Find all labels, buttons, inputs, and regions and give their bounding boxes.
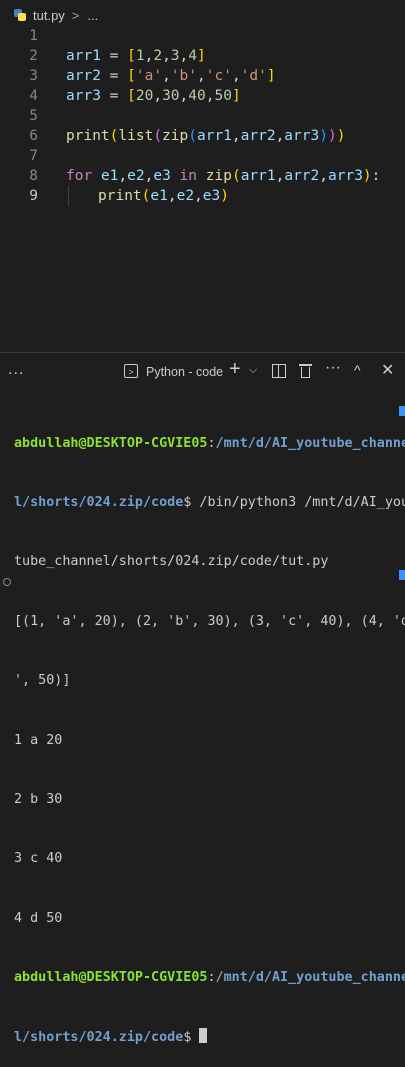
terminal-output[interactable]: abdullah@DESKTOP-CGVIE05:/mnt/d/AI_youtu…	[14, 394, 405, 1067]
terminal-line: l/shorts/024.zip/code$ /bin/python3 /mnt…	[14, 493, 405, 513]
terminal-line: [(1, 'a', 20), (2, 'b', 30), (3, 'c', 40…	[14, 613, 405, 629]
trash-icon[interactable]	[299, 363, 312, 378]
breadcrumb-more[interactable]: ...	[87, 8, 98, 23]
code-line[interactable]: 5	[0, 106, 405, 126]
breadcrumb-file[interactable]: tut.py	[33, 8, 65, 23]
code-text: print(e1,e2,e3)	[98, 188, 229, 204]
prompt-user: abdullah@DESKTOP-CGVIE05	[14, 435, 208, 451]
code-line[interactable]: 2 arr1 = [1,2,3,4]	[0, 46, 405, 66]
command-text: $ /bin/python3 /mnt/d/AI_you	[183, 494, 405, 510]
code-line-active[interactable]: 9 print(e1,e2,e3)	[0, 186, 405, 206]
terminal-icon: >	[124, 364, 138, 378]
code-text: arr2 = ['a','b','c','d']	[66, 68, 276, 84]
python-file-icon	[13, 8, 27, 22]
terminal-line: 1 a 20	[14, 732, 63, 748]
code-text: arr3 = [20,30,40,50]	[66, 88, 241, 104]
code-text: arr1 = [1,2,3,4]	[66, 48, 206, 64]
terminal-line: 4 d 50	[14, 910, 63, 926]
code-line[interactable]: 7	[0, 146, 405, 166]
scrollbar-marker	[399, 406, 405, 416]
terminal-line: abdullah@DESKTOP-CGVIE05:/mnt/d/AI_youtu…	[14, 434, 405, 454]
line-number: 3	[29, 68, 38, 84]
terminal-line: ', 50)]	[14, 673, 71, 689]
maximize-panel-button[interactable]: ^	[354, 362, 361, 378]
indent-guide	[68, 186, 69, 206]
code-editor[interactable]: 1 2 arr1 = [1,2,3,4] 3 arr2 = ['a','b','…	[0, 26, 405, 226]
code-line[interactable]: 8 for e1,e2,e3 in zip(arr1,arr2,arr3):	[0, 166, 405, 186]
line-number: 2	[29, 48, 38, 64]
prompt-sep: :	[207, 435, 216, 451]
prompt-path: /mnt/d/AI_youtube_channe	[215, 435, 405, 451]
terminal-tab-label[interactable]: Python - code	[146, 365, 223, 379]
code-text: print(list(zip(arr1,arr2,arr3)))	[66, 128, 346, 144]
code-line[interactable]: 4 arr3 = [20,30,40,50]	[0, 86, 405, 106]
command-decoration-icon[interactable]	[3, 578, 11, 586]
code-line[interactable]: 1	[0, 26, 405, 46]
code-text: for e1,e2,e3 in zip(arr1,arr2,arr3):	[66, 168, 381, 184]
terminal-cursor	[199, 1027, 208, 1043]
line-number: 5	[29, 108, 38, 124]
code-line[interactable]: 3 arr2 = ['a','b','c','d']	[0, 66, 405, 86]
line-number: 1	[29, 28, 38, 44]
terminal-line: 3 c 40	[14, 851, 63, 867]
line-number: 7	[29, 148, 38, 164]
prompt-user: abdullah@DESKTOP-CGVIE05	[14, 970, 208, 986]
prompt-path: l/shorts/024.zip/code	[14, 494, 184, 510]
split-terminal-icon[interactable]	[272, 364, 286, 378]
panel-header: ... > Python - code + ⌵ ··· ^ ✕	[0, 353, 405, 391]
terminal-line: tube_channel/shorts/024.zip/code/tut.py	[14, 554, 329, 570]
prompt-path: /mnt/d/AI_youtube_channe	[215, 970, 405, 986]
terminal-line: 2 b 30	[14, 791, 63, 807]
scrollbar-marker	[399, 570, 405, 580]
line-number: 6	[29, 128, 38, 144]
prompt-sep: :	[207, 970, 216, 986]
new-terminal-button[interactable]: +	[229, 358, 241, 381]
more-actions-button[interactable]: ···	[325, 359, 341, 377]
line-number: 8	[29, 168, 38, 184]
close-panel-button[interactable]: ✕	[381, 360, 394, 380]
terminal-line: abdullah@DESKTOP-CGVIE05:/mnt/d/AI_youtu…	[14, 968, 405, 988]
prompt-dollar: $	[183, 1029, 200, 1045]
chevron-down-icon[interactable]: ⌵	[249, 364, 257, 377]
prompt-path: l/shorts/024.zip/code	[14, 1029, 184, 1045]
code-line[interactable]: 6 print(list(zip(arr1,arr2,arr3)))	[0, 126, 405, 146]
more-views-button[interactable]: ...	[8, 361, 24, 379]
terminal-line: l/shorts/024.zip/code$	[14, 1027, 399, 1048]
line-number: 4	[29, 88, 38, 104]
line-number: 9	[29, 188, 38, 204]
chevron-right-icon: >	[71, 7, 80, 23]
